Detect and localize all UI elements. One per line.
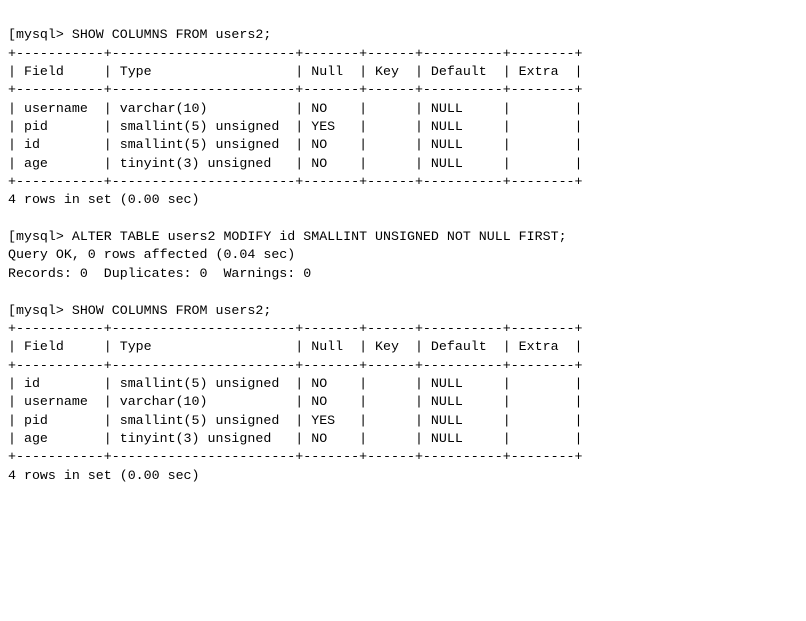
terminal-output: [mysql> SHOW COLUMNS FROM users2; +-----… (8, 26, 798, 485)
